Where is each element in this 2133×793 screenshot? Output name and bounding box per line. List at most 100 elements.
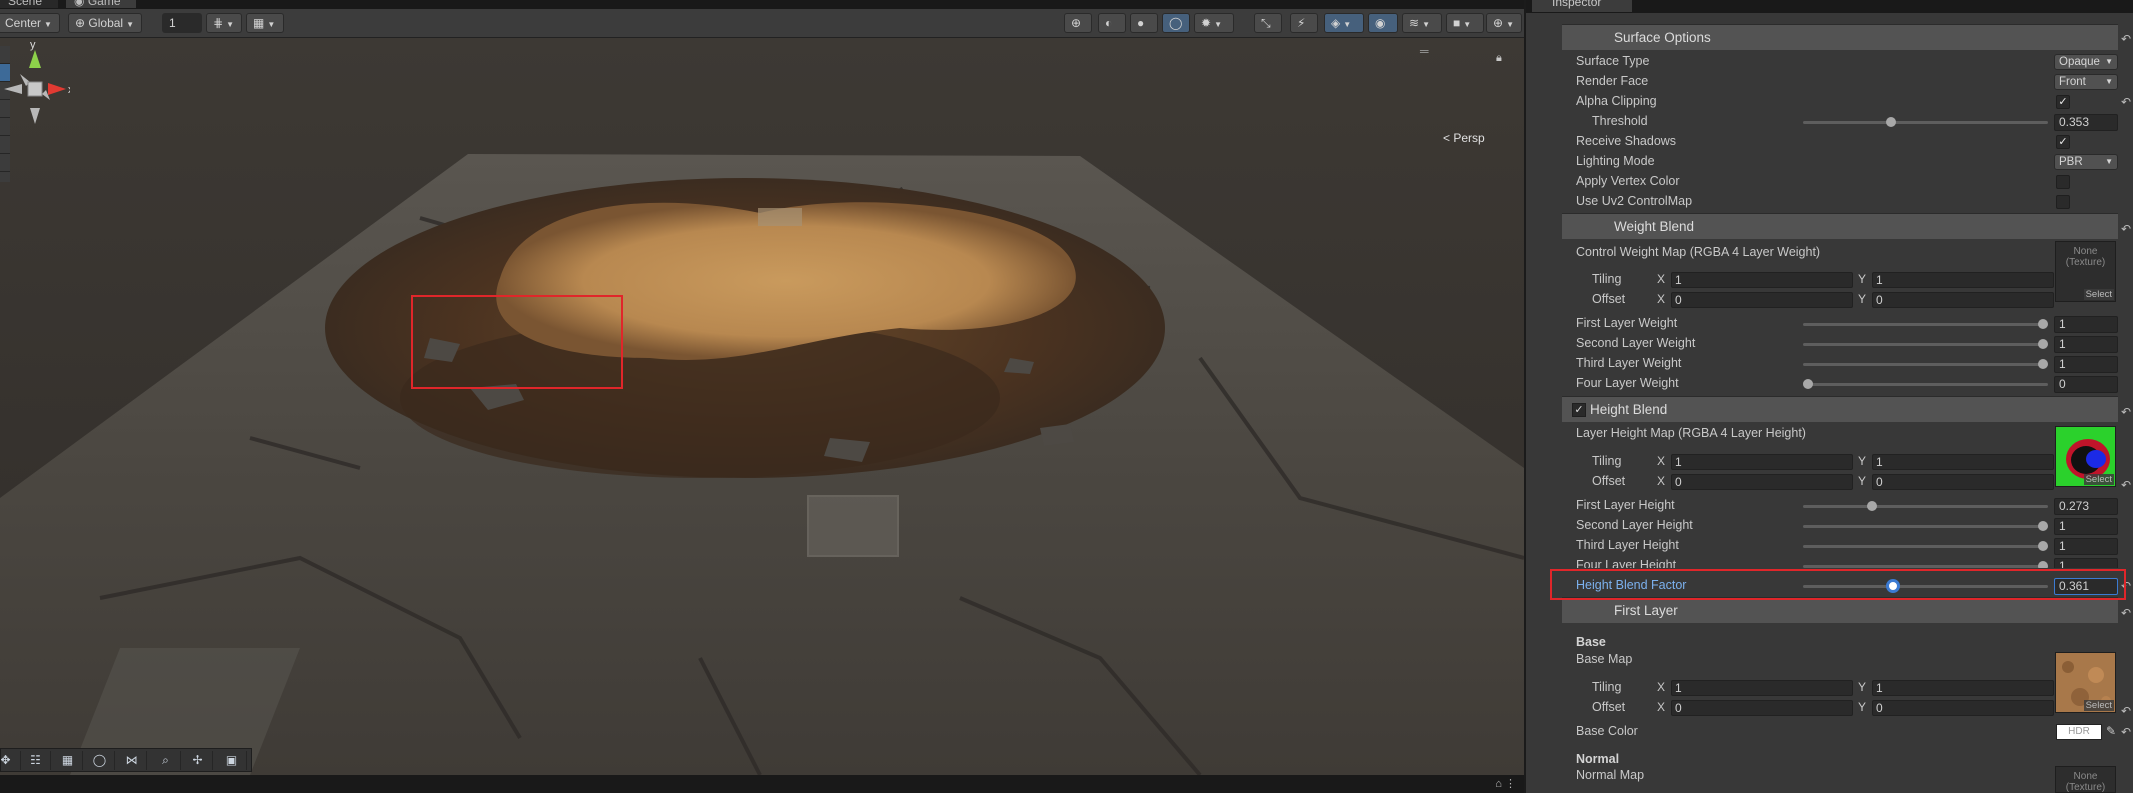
section-surface-options[interactable]: Surface Options [1562, 24, 2118, 50]
tab-inspector[interactable]: Inspector [1532, 0, 1632, 12]
base-color-swatch[interactable]: HDR [2056, 724, 2102, 740]
rotate-tool-button[interactable]: ◯ [85, 751, 115, 770]
layers-button[interactable]: ≋ ▼ [1402, 13, 1442, 33]
shaded-wireframe-button[interactable]: ◐ [1098, 13, 1126, 33]
tiling-x-input[interactable]: 1 [1671, 680, 1853, 696]
unlit-button[interactable]: ◯ [1162, 13, 1190, 33]
first-layer-height-input[interactable]: 0.273 [2054, 498, 2118, 515]
pivot-dropdown[interactable]: Center ▼ [0, 13, 60, 33]
reset-icon[interactable]: ↶ [2121, 725, 2131, 739]
debug-draw-mode-button[interactable]: ✹ ▼ [1194, 13, 1234, 33]
alpha-clipping-checkbox[interactable]: ✓ [2056, 95, 2070, 109]
lighting-mode-dropdown[interactable]: PBR ▼ [2054, 154, 2118, 170]
lighting-toggle-button[interactable]: ⚡ [1290, 13, 1318, 33]
render-face-dropdown[interactable]: Front ▼ [2054, 74, 2118, 90]
terrain-tool-button[interactable]: ☷ [21, 751, 51, 770]
slider-knob[interactable] [2038, 359, 2048, 369]
four-layer-weight-input[interactable]: 0 [2054, 376, 2118, 393]
slider-knob[interactable] [1867, 501, 1878, 511]
move-tool-button[interactable]: ✥ [0, 751, 21, 770]
tiling-x-input[interactable]: 1 [1671, 272, 1853, 288]
offset-x-input[interactable]: 0 [1671, 700, 1853, 716]
surface-type-dropdown[interactable]: Opaque ▼ [2054, 54, 2118, 70]
slider-knob[interactable] [2038, 541, 2048, 551]
first-layer-weight-input[interactable]: 1 [2054, 316, 2118, 333]
2d-toggle-button[interactable]: ⤡ [1254, 13, 1282, 33]
receive-shadows-checkbox[interactable]: ✓ [2056, 135, 2070, 149]
eyedropper-icon[interactable]: ✎ [2106, 724, 2116, 738]
apply-vertex-color-checkbox[interactable] [2056, 175, 2070, 189]
reset-icon[interactable]: ↶ [2121, 32, 2131, 46]
second-layer-height-input[interactable]: 1 [2054, 518, 2118, 535]
pan-tool-button[interactable]: ✢ [183, 751, 213, 770]
four-layer-height-slider[interactable] [1803, 561, 2048, 568]
second-layer-weight-input[interactable]: 1 [2054, 336, 2118, 353]
tab-game[interactable]: ◉ Game [66, 0, 136, 8]
status-icons[interactable]: ⌂ ⋮ [1495, 777, 1516, 790]
audio-effects-button[interactable]: ◈ ▼ [1324, 13, 1364, 33]
offset-y-input[interactable]: 0 [1872, 700, 2054, 716]
offset-x-input[interactable]: 0 [1671, 474, 1853, 490]
camera-tool-button[interactable]: ▣ [217, 751, 247, 770]
tool-slot[interactable] [0, 136, 10, 154]
threshold-input[interactable]: 0.353 [2054, 114, 2118, 131]
slider-knob[interactable] [2038, 561, 2048, 568]
wireframe-shading-button[interactable]: ⊕ [1064, 13, 1092, 33]
base-tiling-row: Tiling X 1 Y 1 [1526, 678, 2133, 698]
gizmos-button[interactable]: ⊕ ▼ [1486, 13, 1522, 33]
reset-icon[interactable]: ↶ [2121, 606, 2131, 620]
zoom-tool-button[interactable]: ⌕ [151, 751, 181, 770]
four-layer-weight-slider[interactable] [1803, 379, 2048, 389]
orientation-gizmo[interactable]: y x [0, 38, 70, 128]
tiling-y-input[interactable]: 1 [1872, 680, 2054, 696]
section-height-blend[interactable]: ✓ Height Blend [1562, 396, 2118, 422]
tool-slot[interactable] [0, 154, 10, 172]
section-first-layer[interactable]: First Layer [1562, 597, 2118, 623]
third-layer-height-input[interactable]: 1 [2054, 538, 2118, 555]
grid-snap-button[interactable]: ⋕ ▼ [206, 13, 242, 33]
second-layer-height-slider[interactable] [1803, 521, 2048, 531]
tab-scene[interactable]: Scene [0, 0, 58, 8]
use-uv2-checkbox[interactable] [2056, 195, 2070, 209]
third-layer-weight-slider[interactable] [1803, 359, 2048, 369]
slider-knob[interactable] [1885, 117, 1896, 127]
reset-icon[interactable]: ↶ [2121, 405, 2131, 419]
second-layer-weight-slider[interactable] [1803, 339, 2048, 349]
lock-icon[interactable]: 🔒︎ [1496, 52, 1502, 65]
grid-tool-button[interactable]: ▦ [53, 751, 83, 770]
scene-viewport[interactable]: ═ 🔒︎ y x < Persp [0, 38, 1524, 775]
slider-knob[interactable] [2038, 319, 2048, 329]
height-blend-checkbox[interactable]: ✓ [1572, 403, 1586, 417]
first-layer-height-slider[interactable] [1803, 501, 2048, 511]
third-layer-weight-input[interactable]: 1 [2054, 356, 2118, 373]
offset-y-input[interactable]: 0 [1872, 292, 2054, 308]
shaded-button[interactable]: ● [1130, 13, 1158, 33]
offset-y-input[interactable]: 0 [1872, 474, 2054, 490]
overlay-menu-icon[interactable]: ═ [1420, 44, 1429, 58]
tiling-x-input[interactable]: 1 [1671, 454, 1853, 470]
increment-snap-button[interactable]: ▦ ▼ [246, 13, 284, 33]
offset-x-input[interactable]: 0 [1671, 292, 1853, 308]
slider-knob[interactable] [2038, 521, 2048, 531]
normal-map-slot[interactable]: None (Texture) [2055, 766, 2116, 793]
threshold-slider[interactable] [1803, 117, 2048, 127]
slider-knob[interactable] [1803, 379, 1813, 389]
projection-label[interactable]: < Persp [1443, 131, 1485, 145]
space-dropdown[interactable]: ⊕ Global ▼ [68, 13, 142, 33]
y-label: Y [1858, 454, 1867, 468]
tiling-y-input[interactable]: 1 [1872, 272, 2054, 288]
section-weight-blend[interactable]: Weight Blend [1562, 213, 2118, 239]
grid-size-input[interactable]: 1 [162, 13, 202, 33]
tiling-y-value: 1 [1876, 273, 1883, 287]
reset-icon[interactable]: ↶ [2121, 222, 2131, 236]
reset-icon[interactable]: ↶ [2121, 95, 2131, 109]
four-layer-height-input[interactable]: 1 [2054, 558, 2118, 568]
tiling-y-input[interactable]: 1 [1872, 454, 2054, 470]
path-tool-button[interactable]: ⋈ [117, 751, 147, 770]
camera-button[interactable]: ■ ▼ [1446, 13, 1484, 33]
third-layer-height-slider[interactable] [1803, 541, 2048, 551]
first-layer-weight-slider[interactable] [1803, 319, 2048, 329]
visibility-button[interactable]: ◉ [1368, 13, 1398, 33]
slider-knob[interactable] [2038, 339, 2048, 349]
snap-icon: ▦ [253, 16, 265, 30]
